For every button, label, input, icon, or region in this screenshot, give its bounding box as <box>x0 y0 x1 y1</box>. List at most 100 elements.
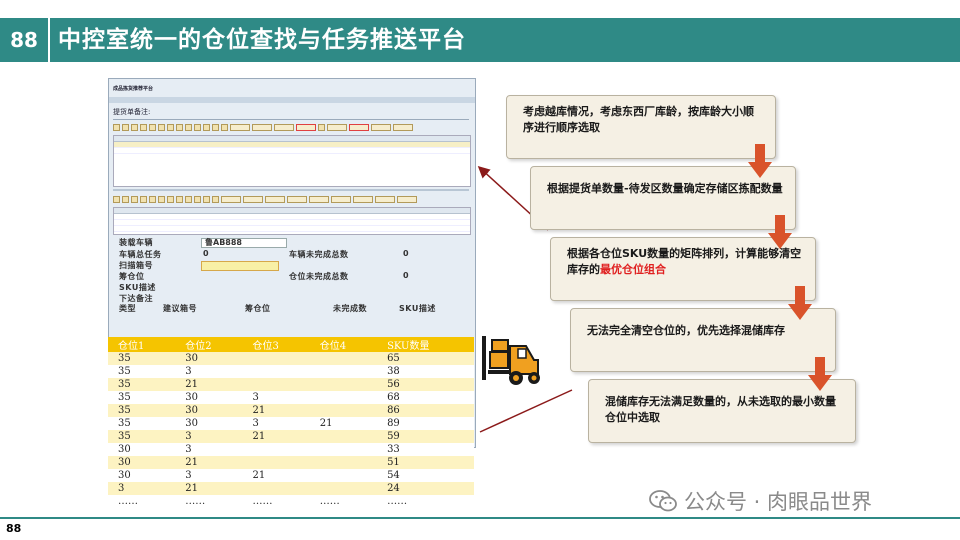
table-cell <box>309 404 378 417</box>
col-pos: 筹仓位 <box>245 304 271 313</box>
forklift-icon <box>482 336 540 385</box>
sap-sep <box>113 189 469 191</box>
table-cell: 30 <box>175 352 243 365</box>
table-cell <box>242 378 310 391</box>
table-cell <box>309 482 378 495</box>
slide-number: 88 <box>0 18 50 62</box>
col-type: 类型 <box>119 304 136 313</box>
table-header-row: 仓位1 仓位2 仓位3 仓位4 SKU数量 <box>108 337 474 352</box>
slide-title: 中控室统一的仓位查找与任务推送平台 <box>58 27 466 53</box>
col-sku: SKU描述 <box>399 304 436 313</box>
table-row: 35 30 65 <box>108 352 474 365</box>
table-row: ………………………… <box>108 495 474 508</box>
table-row: 30 3 21 54 <box>108 469 474 482</box>
table-cell: 21 <box>175 456 243 469</box>
step-5-text: 混储库存无法满足数量的，从未选取的最小数量仓位中选取 <box>605 395 836 424</box>
scan-input[interactable] <box>201 261 279 271</box>
table-cell: 30 <box>175 417 243 430</box>
table-cell: 30 <box>175 404 243 417</box>
table-cell <box>309 378 378 391</box>
table-cell: 30 <box>175 391 243 404</box>
table-cell <box>309 443 378 456</box>
table-cell <box>242 456 310 469</box>
header-pos3: 仓位3 <box>242 337 310 352</box>
table-cell: 3 <box>242 417 310 430</box>
table-cell: …… <box>242 495 310 508</box>
table-cell <box>309 352 378 365</box>
sap-topband <box>109 97 475 103</box>
col-unfinished: 未完成数 <box>333 304 367 313</box>
step-2-text: 根据提货单数量-待发区数量确定存储区拣配数量 <box>547 182 783 195</box>
table-cell: 21 <box>242 430 310 443</box>
table-cell <box>242 482 310 495</box>
sap-remark-label: 提货单备注: <box>113 108 151 116</box>
table-row: 35 30 3 21 89 <box>108 417 474 430</box>
table-cell: 35 <box>108 378 176 391</box>
table-cell: 21 <box>175 482 243 495</box>
table-cell: 3 <box>175 430 243 443</box>
table-row: 3 21 24 <box>108 482 474 495</box>
unfinished-label: 车辆未完成总数 <box>289 250 349 259</box>
table-row: 35 21 56 <box>108 378 474 391</box>
table-cell: 3 <box>242 391 310 404</box>
step-1: 考虑越库情况，考虑东西厂库龄，按库龄大小顺序进行顺序选取 <box>506 95 776 159</box>
table-cell <box>309 430 378 443</box>
table-cell: 38 <box>377 365 474 378</box>
table-cell: 54 <box>377 469 474 482</box>
vehicle-value: 鲁AB888 <box>205 238 242 247</box>
table-cell: …… <box>108 495 176 508</box>
table-row: 35 30 3 68 <box>108 391 474 404</box>
table-cell <box>309 469 378 482</box>
table-cell: 3 <box>175 469 243 482</box>
table-cell: 35 <box>108 365 176 378</box>
table-cell <box>309 391 378 404</box>
table-cell: 86 <box>377 404 474 417</box>
table-row: 35 30 21 86 <box>108 404 474 417</box>
header-pos1: 仓位1 <box>108 337 176 352</box>
table-row: 35 3 38 <box>108 365 474 378</box>
table-cell: 21 <box>242 404 310 417</box>
table-cell: 65 <box>377 352 474 365</box>
table-cell: 56 <box>377 378 474 391</box>
sap-grid-bottom <box>113 207 471 235</box>
sap-title: 成品拣货推荐平台 <box>113 86 154 92</box>
total-tasks-value: 0 <box>203 249 209 258</box>
scan-label: 扫描箱号 <box>119 261 153 270</box>
unfinished-value: 0 <box>403 249 409 258</box>
table-cell <box>242 443 310 456</box>
arrow-down-icon <box>768 215 792 249</box>
step-4-text: 无法完全清空仓位的，优先选择混储库存 <box>587 324 785 337</box>
sap-toolbar-bottom[interactable] <box>113 195 469 203</box>
pointer-line-bottom <box>479 389 573 433</box>
table-row: 30 3 33 <box>108 443 474 456</box>
table-cell: 30 <box>108 443 176 456</box>
table-cell: 30 <box>108 456 176 469</box>
sap-toolbar-top[interactable] <box>113 123 469 131</box>
table-cell: 30 <box>108 469 176 482</box>
table-cell <box>309 456 378 469</box>
table-cell: 35 <box>108 352 176 365</box>
table-cell: 59 <box>377 430 474 443</box>
pos-label: 筹仓位 <box>119 272 145 281</box>
watermark: 公众号 · 肉眼品世界 <box>648 486 872 516</box>
wechat-icon <box>649 490 677 512</box>
table-cell: 3 <box>108 482 176 495</box>
table-cell: 68 <box>377 391 474 404</box>
table-cell: …… <box>377 495 474 508</box>
table-cell: 89 <box>377 417 474 430</box>
vehicle-label: 装载车辆 <box>119 238 153 247</box>
table-cell: 51 <box>377 456 474 469</box>
table-cell: …… <box>175 495 243 508</box>
pos-unfinished-label: 仓位未完成总数 <box>289 272 349 281</box>
table-cell: 24 <box>377 482 474 495</box>
pos-unfinished-value: 0 <box>403 271 409 280</box>
table-cell: 35 <box>108 391 176 404</box>
table-cell: 33 <box>377 443 474 456</box>
table-cell: 3 <box>175 443 243 456</box>
table-cell: 21 <box>175 378 243 391</box>
col-suggest: 建议箱号 <box>163 304 197 313</box>
footer-line <box>0 517 960 519</box>
watermark-text: 公众号 · 肉眼品世界 <box>684 490 873 514</box>
sku-desc-label: SKU描述 <box>119 283 156 292</box>
table-cell: 35 <box>108 430 176 443</box>
